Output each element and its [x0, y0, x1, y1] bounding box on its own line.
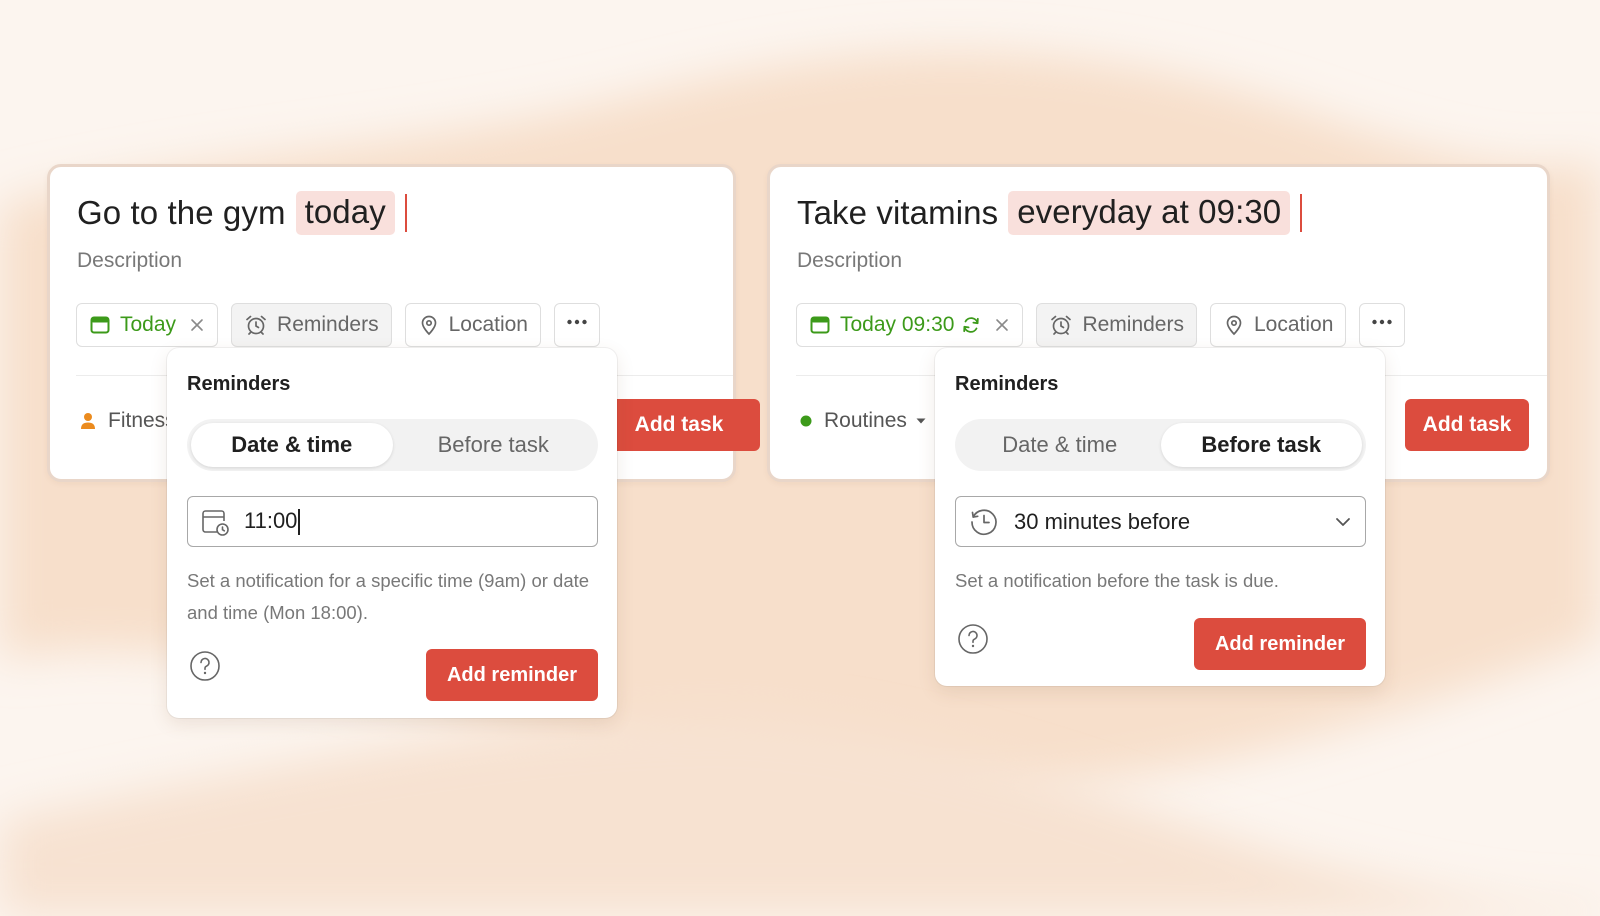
text-cursor	[1300, 194, 1303, 232]
more-horizontal-icon	[1371, 311, 1393, 339]
reminder-time-value: 11:00	[244, 507, 298, 533]
due-date-label: Today 09:30	[840, 313, 955, 336]
reminder-offset-value: 30 minutes before	[1014, 508, 1191, 534]
popover-title: Reminders	[955, 373, 1059, 395]
project-label: Fitness	[108, 409, 176, 432]
task-title-text: Go to the gym	[77, 194, 286, 231]
chevron-down-icon	[1333, 512, 1353, 532]
alarm-clock-icon	[1049, 313, 1073, 337]
more-horizontal-icon	[566, 311, 588, 339]
project-label: Routines	[824, 409, 907, 432]
task-title-input[interactable]: Go to the gym today	[77, 191, 407, 235]
alarm-clock-icon	[244, 313, 268, 337]
clear-date-icon[interactable]	[994, 317, 1010, 333]
caret-down-icon	[915, 416, 927, 426]
location-pin-icon	[418, 314, 440, 336]
recurring-icon	[961, 315, 981, 335]
dot-icon	[800, 415, 812, 427]
reminder-type-toggle: Date & time Before task	[955, 419, 1366, 471]
due-date-label: Today	[120, 313, 177, 336]
calendar-icon	[89, 314, 111, 336]
more-options-button[interactable]	[1359, 303, 1406, 347]
location-chip[interactable]: Location	[1209, 303, 1347, 347]
calendar-clock-icon	[200, 507, 230, 537]
project-selector[interactable]: Routines	[800, 409, 927, 433]
project-selector[interactable]: Fitness	[80, 409, 176, 433]
task-title-text: Take vitamins	[797, 194, 999, 231]
reminders-chip-label: Reminders	[1082, 313, 1184, 336]
history-clock-icon	[968, 506, 1000, 538]
tab-date-time[interactable]: Date & time	[191, 423, 393, 467]
reminder-help-text: Set a notification before the task is du…	[955, 570, 1279, 591]
date-token-highlight: everyday at 09:30	[1008, 191, 1291, 235]
description-input[interactable]: Description	[77, 249, 182, 273]
person-icon	[80, 412, 96, 430]
location-chip-label: Location	[448, 313, 528, 336]
more-options-button[interactable]	[554, 303, 600, 347]
add-reminder-button[interactable]: Add reminder	[426, 649, 598, 701]
reminders-chip-label: Reminders	[277, 313, 379, 336]
question-circle-icon[interactable]	[189, 650, 221, 682]
reminders-chip[interactable]: Reminders	[231, 303, 392, 347]
reminder-time-input[interactable]: 11:00	[187, 496, 598, 547]
reminders-chip[interactable]: Reminders	[1036, 303, 1197, 347]
tab-before-task[interactable]: Before task	[1160, 423, 1362, 467]
question-circle-icon[interactable]	[957, 623, 989, 655]
description-input[interactable]: Description	[797, 249, 902, 273]
calendar-icon	[809, 314, 831, 336]
due-date-chip[interactable]: Today 09:30	[796, 303, 1024, 347]
location-chip-label: Location	[1253, 313, 1334, 336]
location-chip[interactable]: Location	[404, 303, 541, 347]
task-title-input[interactable]: Take vitamins everyday at 09:30	[797, 191, 1303, 235]
tab-before-task[interactable]: Before task	[393, 423, 595, 467]
reminder-type-toggle: Date & time Before task	[187, 419, 598, 471]
reminder-help-text: Set a notification for a specific time (…	[187, 570, 590, 623]
tab-date-time[interactable]: Date & time	[959, 423, 1161, 467]
clear-date-icon[interactable]	[189, 317, 205, 333]
text-cursor	[298, 509, 300, 536]
text-cursor	[404, 194, 407, 232]
popover-title: Reminders	[187, 373, 291, 395]
reminders-popover: Reminders Date & time Before task 30 min…	[935, 348, 1385, 686]
date-token-highlight: today	[295, 191, 395, 235]
reminder-offset-select[interactable]: 30 minutes before	[955, 496, 1366, 547]
add-task-button[interactable]: Add task	[598, 399, 760, 451]
add-reminder-button[interactable]: Add reminder	[1194, 618, 1366, 670]
reminders-popover: Reminders Date & time Before task 11:00 …	[167, 348, 617, 718]
add-task-button[interactable]: Add task	[1405, 399, 1529, 451]
due-date-chip[interactable]: Today	[76, 303, 219, 347]
location-pin-icon	[1223, 314, 1245, 336]
